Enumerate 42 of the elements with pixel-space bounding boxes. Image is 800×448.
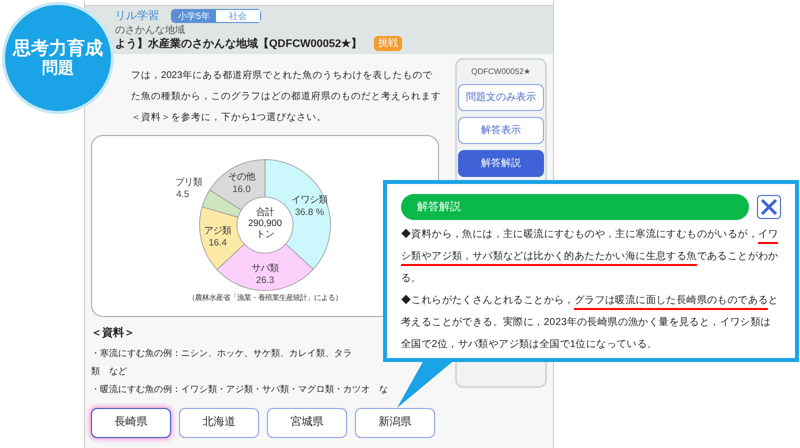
material-text: ・暖流にすむ魚の例：イワシ類・アジ類・サバ類・マグロ類・カツオ な <box>91 382 388 396</box>
tag: 小学5年 <box>172 10 216 22</box>
choice-button[interactable]: 新潟県 <box>355 408 435 438</box>
badge-text: 思考力育成 <box>13 36 103 60</box>
subtitle: のさかんな地域 <box>115 24 186 36</box>
choice-button[interactable]: 長崎県 <box>91 408 171 438</box>
slice-value: 36.8 % <box>294 206 324 217</box>
material-heading: ＜資料＞ <box>91 326 135 341</box>
source-caption: （農林水産省「漁業・養殖業生産統計」による） <box>188 292 342 302</box>
panel-button[interactable]: 問題文のみ表示 <box>458 84 544 111</box>
slice-value: 16.4 <box>208 238 227 248</box>
choice-button[interactable]: 北海道 <box>179 408 259 438</box>
slice-value: 4.5 <box>176 189 190 199</box>
slice-label: ブリ類 <box>174 176 202 187</box>
panel-button[interactable]: 解答解説 <box>458 150 544 177</box>
question-text: ＜資料＞を参考に，下から1つ選びなさい。 <box>131 111 326 125</box>
level-badge: 挑戦 <box>374 36 402 52</box>
explanation-text: ◆資料から，魚には，主に暖流にすむものや，主に寒流にすむものがいるが，イワシ類やアジ類，サバ類などは比かく的あたたかい海に生息する魚であることがわかる。 <box>401 228 780 286</box>
material-text: 類 など <box>91 364 127 378</box>
question-code: QDFCW00052★ <box>471 66 531 78</box>
popup-title: 解答解説 <box>401 194 749 220</box>
slice-value: 26.3 <box>256 275 274 286</box>
question-text: た魚の種類から，このグラフはどの都道府県のものだと考えられます <box>131 90 441 104</box>
total-label: 290,900 <box>248 218 282 228</box>
slice-label: サバ類 <box>252 262 279 273</box>
choice-button[interactable]: 宮城県 <box>267 408 347 438</box>
total-label: 合計 <box>256 206 274 217</box>
panel-button[interactable]: 解答表示 <box>458 117 544 144</box>
slice-value: 16.0 <box>232 184 251 194</box>
slice-label: アジ類 <box>204 225 232 236</box>
slice-label: イワシ類 <box>292 194 328 205</box>
explanation-text: ◆これらがたくさんとれることから，グラフは暖流に面した長崎県のものである と考えることができる。実際に，2023年の長崎県の漁かく量を見ると，イワシ類は全国で2位，サバ類やアジ類は全国で1位になっている。 <box>401 294 780 352</box>
slice-label: その他 <box>228 172 256 182</box>
page-title: よう】水産業のさかんな地域【QDFCW00052★】 <box>115 36 362 52</box>
tag: 社会 <box>216 10 260 22</box>
close-icon <box>760 198 778 216</box>
badge-text: 問題 <box>42 59 74 80</box>
material-text: ・寒流にすむ魚の例：ニシン、ホッケ、サケ類、カレイ類、タラ <box>91 346 352 360</box>
app-name: リル学習 <box>115 9 159 24</box>
total-label: トン <box>256 229 274 240</box>
close-button[interactable] <box>757 195 781 219</box>
question-text: フは，2023年にある都道府県でとれた魚のうちわけを表したもので <box>131 69 432 83</box>
